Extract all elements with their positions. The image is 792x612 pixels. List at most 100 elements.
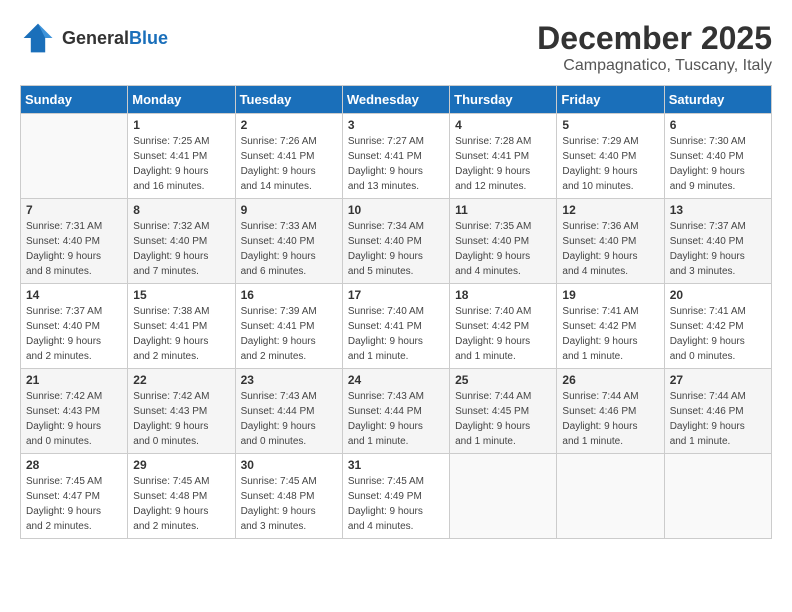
logo-icon <box>20 20 56 56</box>
calendar-cell: 25Sunrise: 7:44 AM Sunset: 4:45 PM Dayli… <box>450 369 557 454</box>
day-number: 31 <box>348 458 444 472</box>
day-number: 26 <box>562 373 658 387</box>
day-number: 18 <box>455 288 551 302</box>
day-info: Sunrise: 7:25 AM Sunset: 4:41 PM Dayligh… <box>133 134 229 194</box>
calendar-cell: 28 Sunrise: 7:45 AM Sunset: 4:47 PM Dayli… <box>21 454 128 539</box>
day-number: 29 <box>133 458 229 472</box>
weekday-header-monday: Monday <box>128 86 235 114</box>
logo-blue: Blue <box>129 28 168 48</box>
calendar-cell <box>450 454 557 539</box>
day-number: 9 <box>241 203 337 217</box>
day-number: 28 <box>26 458 122 472</box>
calendar-cell: 23 Sunrise: 7:43 AM Sunset: 4:44 PM Dayli… <box>235 369 342 454</box>
calendar-cell: 2Sunrise: 7:26 AM Sunset: 4:41 PM Daylig… <box>235 114 342 199</box>
day-number: 20 <box>670 288 766 302</box>
calendar-cell: 11 Sunrise: 7:35 AM Sunset: 4:40 PM Dayli… <box>450 199 557 284</box>
day-number: 10 <box>348 203 444 217</box>
day-info: Sunrise: 7:44 AM Sunset: 4:46 PM Dayligh… <box>562 389 658 449</box>
calendar-cell <box>557 454 664 539</box>
calendar-cell: 15 Sunrise: 7:38 AM Sunset: 4:41 PM Dayli… <box>128 284 235 369</box>
day-number: 25 <box>455 373 551 387</box>
calendar-cell: 13 Sunrise: 7:37 AM Sunset: 4:40 PM Dayli… <box>664 199 771 284</box>
day-info: Sunrise: 7:42 AM Sunset: 4:43 PM Dayligh… <box>26 389 122 449</box>
day-info: Sunrise: 7:33 AM Sunset: 4:40 PM Dayligh… <box>241 219 337 279</box>
day-info: Sunrise: 7:40 AM Sunset: 4:42 PM Dayligh… <box>455 304 551 364</box>
calendar-week-3: 21 Sunrise: 7:42 AM Sunset: 4:43 PM Dayli… <box>21 369 772 454</box>
day-info: Sunrise: 7:38 AM Sunset: 4:41 PM Dayligh… <box>133 304 229 364</box>
day-info: Sunrise: 7:35 AM Sunset: 4:40 PM Dayligh… <box>455 219 551 279</box>
day-info: Sunrise: 7:30 AM Sunset: 4:40 PM Dayligh… <box>670 134 766 194</box>
weekday-header-friday: Friday <box>557 86 664 114</box>
day-info: Sunrise: 7:37 AM Sunset: 4:40 PM Dayligh… <box>670 219 766 279</box>
day-number: 16 <box>241 288 337 302</box>
calendar-week-2: 14Sunrise: 7:37 AM Sunset: 4:40 PM Dayli… <box>21 284 772 369</box>
calendar-cell: 6 Sunrise: 7:30 AM Sunset: 4:40 PM Daylig… <box>664 114 771 199</box>
calendar-cell: 3 Sunrise: 7:27 AM Sunset: 4:41 PM Daylig… <box>342 114 449 199</box>
calendar-cell: 7 Sunrise: 7:31 AM Sunset: 4:40 PM Daylig… <box>21 199 128 284</box>
day-number: 11 <box>455 203 551 217</box>
month-title: December 2025 <box>537 20 772 57</box>
calendar-cell: 10 Sunrise: 7:34 AM Sunset: 4:40 PM Dayli… <box>342 199 449 284</box>
calendar-cell: 18 Sunrise: 7:40 AM Sunset: 4:42 PM Dayli… <box>450 284 557 369</box>
day-info: Sunrise: 7:36 AM Sunset: 4:40 PM Dayligh… <box>562 219 658 279</box>
day-number: 3 <box>348 118 444 132</box>
calendar-cell: 24Sunrise: 7:43 AM Sunset: 4:44 PM Dayli… <box>342 369 449 454</box>
calendar-cell: 8 Sunrise: 7:32 AM Sunset: 4:40 PM Daylig… <box>128 199 235 284</box>
day-number: 13 <box>670 203 766 217</box>
weekday-header-sunday: Sunday <box>21 86 128 114</box>
day-number: 6 <box>670 118 766 132</box>
day-info: Sunrise: 7:41 AM Sunset: 4:42 PM Dayligh… <box>562 304 658 364</box>
day-info: Sunrise: 7:45 AM Sunset: 4:48 PM Dayligh… <box>133 474 229 534</box>
calendar-body: 1 Sunrise: 7:25 AM Sunset: 4:41 PM Daylig… <box>21 114 772 539</box>
calendar-cell: 21 Sunrise: 7:42 AM Sunset: 4:43 PM Dayli… <box>21 369 128 454</box>
day-number: 21 <box>26 373 122 387</box>
day-info: Sunrise: 7:45 AM Sunset: 4:48 PM Dayligh… <box>241 474 337 534</box>
day-number: 1 <box>133 118 229 132</box>
day-number: 15 <box>133 288 229 302</box>
day-info: Sunrise: 7:29 AM Sunset: 4:40 PM Dayligh… <box>562 134 658 194</box>
day-number: 17 <box>348 288 444 302</box>
calendar-cell: 4Sunrise: 7:28 AM Sunset: 4:41 PM Daylig… <box>450 114 557 199</box>
location-title: Campagnatico, Tuscany, Italy <box>537 57 772 75</box>
day-number: 12 <box>562 203 658 217</box>
day-info: Sunrise: 7:44 AM Sunset: 4:46 PM Dayligh… <box>670 389 766 449</box>
calendar-cell: 5 Sunrise: 7:29 AM Sunset: 4:40 PM Daylig… <box>557 114 664 199</box>
day-number: 5 <box>562 118 658 132</box>
day-info: Sunrise: 7:31 AM Sunset: 4:40 PM Dayligh… <box>26 219 122 279</box>
day-info: Sunrise: 7:34 AM Sunset: 4:40 PM Dayligh… <box>348 219 444 279</box>
calendar-cell: 29 Sunrise: 7:45 AM Sunset: 4:48 PM Dayli… <box>128 454 235 539</box>
logo: GeneralBlue <box>20 20 168 56</box>
day-number: 22 <box>133 373 229 387</box>
day-number: 27 <box>670 373 766 387</box>
day-number: 8 <box>133 203 229 217</box>
day-number: 23 <box>241 373 337 387</box>
calendar-cell: 14Sunrise: 7:37 AM Sunset: 4:40 PM Dayli… <box>21 284 128 369</box>
calendar-cell: 30Sunrise: 7:45 AM Sunset: 4:48 PM Dayli… <box>235 454 342 539</box>
calendar-cell: 27 Sunrise: 7:44 AM Sunset: 4:46 PM Dayli… <box>664 369 771 454</box>
calendar-week-4: 28 Sunrise: 7:45 AM Sunset: 4:47 PM Dayli… <box>21 454 772 539</box>
day-info: Sunrise: 7:42 AM Sunset: 4:43 PM Dayligh… <box>133 389 229 449</box>
calendar-cell <box>21 114 128 199</box>
calendar-cell: 1 Sunrise: 7:25 AM Sunset: 4:41 PM Daylig… <box>128 114 235 199</box>
day-info: Sunrise: 7:43 AM Sunset: 4:44 PM Dayligh… <box>241 389 337 449</box>
calendar-cell <box>664 454 771 539</box>
calendar-cell: 17 Sunrise: 7:40 AM Sunset: 4:41 PM Dayli… <box>342 284 449 369</box>
day-info: Sunrise: 7:43 AM Sunset: 4:44 PM Dayligh… <box>348 389 444 449</box>
day-number: 19 <box>562 288 658 302</box>
day-info: Sunrise: 7:28 AM Sunset: 4:41 PM Dayligh… <box>455 134 551 194</box>
logo-general: General <box>62 28 129 48</box>
page-header: GeneralBlue December 2025 Campagnatico, … <box>20 20 772 75</box>
calendar-cell: 9 Sunrise: 7:33 AM Sunset: 4:40 PM Daylig… <box>235 199 342 284</box>
day-info: Sunrise: 7:40 AM Sunset: 4:41 PM Dayligh… <box>348 304 444 364</box>
title-area: December 2025 Campagnatico, Tuscany, Ita… <box>537 20 772 75</box>
day-info: Sunrise: 7:39 AM Sunset: 4:41 PM Dayligh… <box>241 304 337 364</box>
day-number: 7 <box>26 203 122 217</box>
day-info: Sunrise: 7:45 AM Sunset: 4:47 PM Dayligh… <box>26 474 122 534</box>
calendar-cell: 12 Sunrise: 7:36 AM Sunset: 4:40 PM Dayli… <box>557 199 664 284</box>
day-info: Sunrise: 7:27 AM Sunset: 4:41 PM Dayligh… <box>348 134 444 194</box>
calendar-cell: 22 Sunrise: 7:42 AM Sunset: 4:43 PM Dayli… <box>128 369 235 454</box>
calendar-cell: 20Sunrise: 7:41 AM Sunset: 4:42 PM Dayli… <box>664 284 771 369</box>
day-info: Sunrise: 7:32 AM Sunset: 4:40 PM Dayligh… <box>133 219 229 279</box>
day-info: Sunrise: 7:37 AM Sunset: 4:40 PM Dayligh… <box>26 304 122 364</box>
calendar-cell: 31Sunrise: 7:45 AM Sunset: 4:49 PM Dayli… <box>342 454 449 539</box>
